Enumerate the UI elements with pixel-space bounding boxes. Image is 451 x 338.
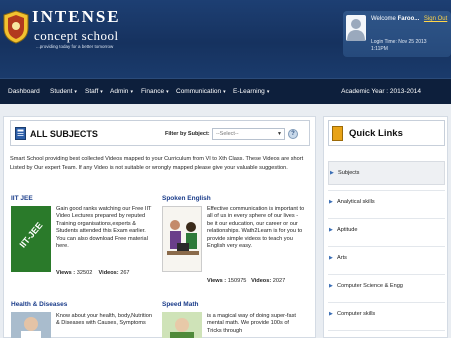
page-title: ALL SUBJECTS [30,129,98,139]
views-count: 32502 [76,270,93,276]
arrow-right-icon: ▶ [329,255,333,261]
nav-student[interactable]: Student ▾ [50,88,77,95]
welcome-prefix: Welcome [371,16,396,22]
card-title-iit-jee[interactable]: IIT JEE [11,195,33,202]
brand-tagline: ...providing today for a better tomorrow [36,44,114,49]
nav-dashboard-label: Dashboard [8,88,40,95]
nav-e-learning[interactable]: E-Learning ▾ [233,88,269,95]
welcome-text: Welcome Faroo... Sign Out [371,16,447,22]
nav-finance[interactable]: Finance ▾ [141,88,169,95]
nav-admin-label: Admin [110,88,129,95]
header: INTENSE concept school ...providing toda… [0,0,451,78]
quick-link-subjects[interactable]: ▶ Subjects [328,161,445,185]
quick-link-label: Analytical skills [337,199,375,205]
videos-count: 2027 [272,278,286,284]
views-count: 150975 [227,278,247,284]
quick-link-analytical-skills[interactable]: ▶ Analytical skills [328,191,445,215]
student-icon [162,312,202,338]
videos-count: 267 [120,270,130,276]
quick-links-panel: Quick Links ▶ Subjects ▶ Analytical skil… [323,116,448,338]
login-time-value: 1:11PM [371,46,388,52]
card-text-spoken-english: Effective communication is important to … [207,206,305,250]
card-title-health-diseases[interactable]: Health & Diseases [11,301,67,308]
help-icon[interactable]: ? [288,129,298,139]
quick-link-label: Aptitude [337,227,358,233]
arrow-right-icon: ▶ [329,199,333,205]
chevron-down-icon: ▾ [130,89,133,95]
quick-link-arts[interactable]: ▶ Arts [328,247,445,271]
user-panel: Welcome Faroo... Sign Out Login Time: No… [343,11,451,57]
card-text-iit-jee: Gain good ranks watching our Free IIT Vi… [56,206,152,250]
subjects-panel: ALL SUBJECTS Filter by Subject: --Select… [3,116,316,338]
chevron-down-icon: ▾ [74,89,77,95]
chevron-down-icon: ▾ [100,89,103,95]
card-stats-spoken-english: Views : 150975 Videos: 2027 [207,277,307,285]
chevron-down-icon: ▾ [223,89,226,95]
quick-links-title: Quick Links [349,128,403,139]
views-label: Views : [56,270,76,276]
videos-label: Videos: [251,278,272,284]
nav-student-label: Student [50,88,73,95]
quick-link-computer-skills[interactable]: ▶ Computer skills [328,303,445,327]
quick-link-computer-science[interactable]: ▶ Computer Science & Engg [328,275,445,299]
arrow-right-icon: ▶ [330,170,334,176]
nav-finance-label: Finance [141,88,165,95]
sign-out-link[interactable]: Sign Out [424,16,447,22]
notebook-icon [332,126,343,141]
health-diseases-thumbnail[interactable] [11,312,51,338]
card-text-speed-math: is a magical way of doing super-fast men… [207,313,296,334]
nav-dashboard[interactable]: Dashboard [8,88,40,95]
iit-jee-thumbnail[interactable]: IIT-JEE [11,206,51,272]
quick-link-label: Arts [337,255,347,261]
chevron-down-icon: ▼ [277,131,282,137]
arrow-right-icon: ▶ [329,283,333,289]
avatar [346,15,366,41]
quick-link-label: Computer skills [337,311,376,317]
people-talking-icon [163,207,201,271]
login-time-label: Login Time: Nov 25 2013 [371,39,427,45]
book-icon [15,127,26,140]
chevron-down-icon: ▾ [166,89,169,95]
card-title-speed-math[interactable]: Speed Math [162,301,198,308]
brand-subname: concept school [34,28,119,43]
nav-admin[interactable]: Admin ▾ [110,88,133,95]
speed-math-thumbnail[interactable] [162,312,202,338]
intro-text: Smart School providing best collected Vi… [10,156,304,172]
filter-label: Filter by Subject: [165,131,210,137]
user-avatar-icon [347,19,365,41]
spoken-english-thumbnail[interactable] [162,206,202,272]
brand-name: INTENSE [32,7,121,26]
arrow-right-icon: ▶ [329,311,333,317]
card-stats-iit-jee: Views : 32502 Videos: 267 [56,270,130,276]
nav-staff[interactable]: Staff ▾ [85,88,103,95]
nav-staff-label: Staff [85,88,99,95]
nav-communication[interactable]: Communication ▾ [176,88,226,95]
subjects-header: ALL SUBJECTS Filter by Subject: --Select… [10,120,310,146]
academic-year: Academic Year : 2013-2014 [341,88,421,95]
arrow-right-icon: ▶ [329,227,333,233]
nav-communication-label: Communication [176,88,222,95]
username: Faroo... [397,16,420,22]
card-text-health-diseases: Know about your health, body,Nutrition &… [56,313,152,327]
quick-link-aptitude[interactable]: ▶ Aptitude [328,219,445,243]
subject-filter-select[interactable]: --Select-- ▼ [212,128,285,140]
subject-filter-value: --Select-- [216,131,239,137]
school-emblem-icon [3,10,29,44]
videos-label: Videos: [98,270,119,276]
chevron-down-icon: ▾ [266,89,270,95]
quick-link-label: Subjects [338,170,360,176]
iit-jee-thumbnail-label: IIT-JEE [17,220,45,250]
quick-links-header: Quick Links [328,120,445,146]
quick-link-label: Computer Science & Engg [337,283,403,289]
views-label: Views : [207,278,227,284]
card-title-spoken-english[interactable]: Spoken English [162,195,211,202]
doctor-icon [11,312,51,338]
login-time: Login Time: Nov 25 2013 1:11PM [371,39,427,53]
nav-e-learning-label: E-Learning [233,88,265,95]
main-nav: Dashboard Student ▾ Staff ▾ Admin ▾ Finance… [0,78,451,104]
divider [328,330,445,331]
